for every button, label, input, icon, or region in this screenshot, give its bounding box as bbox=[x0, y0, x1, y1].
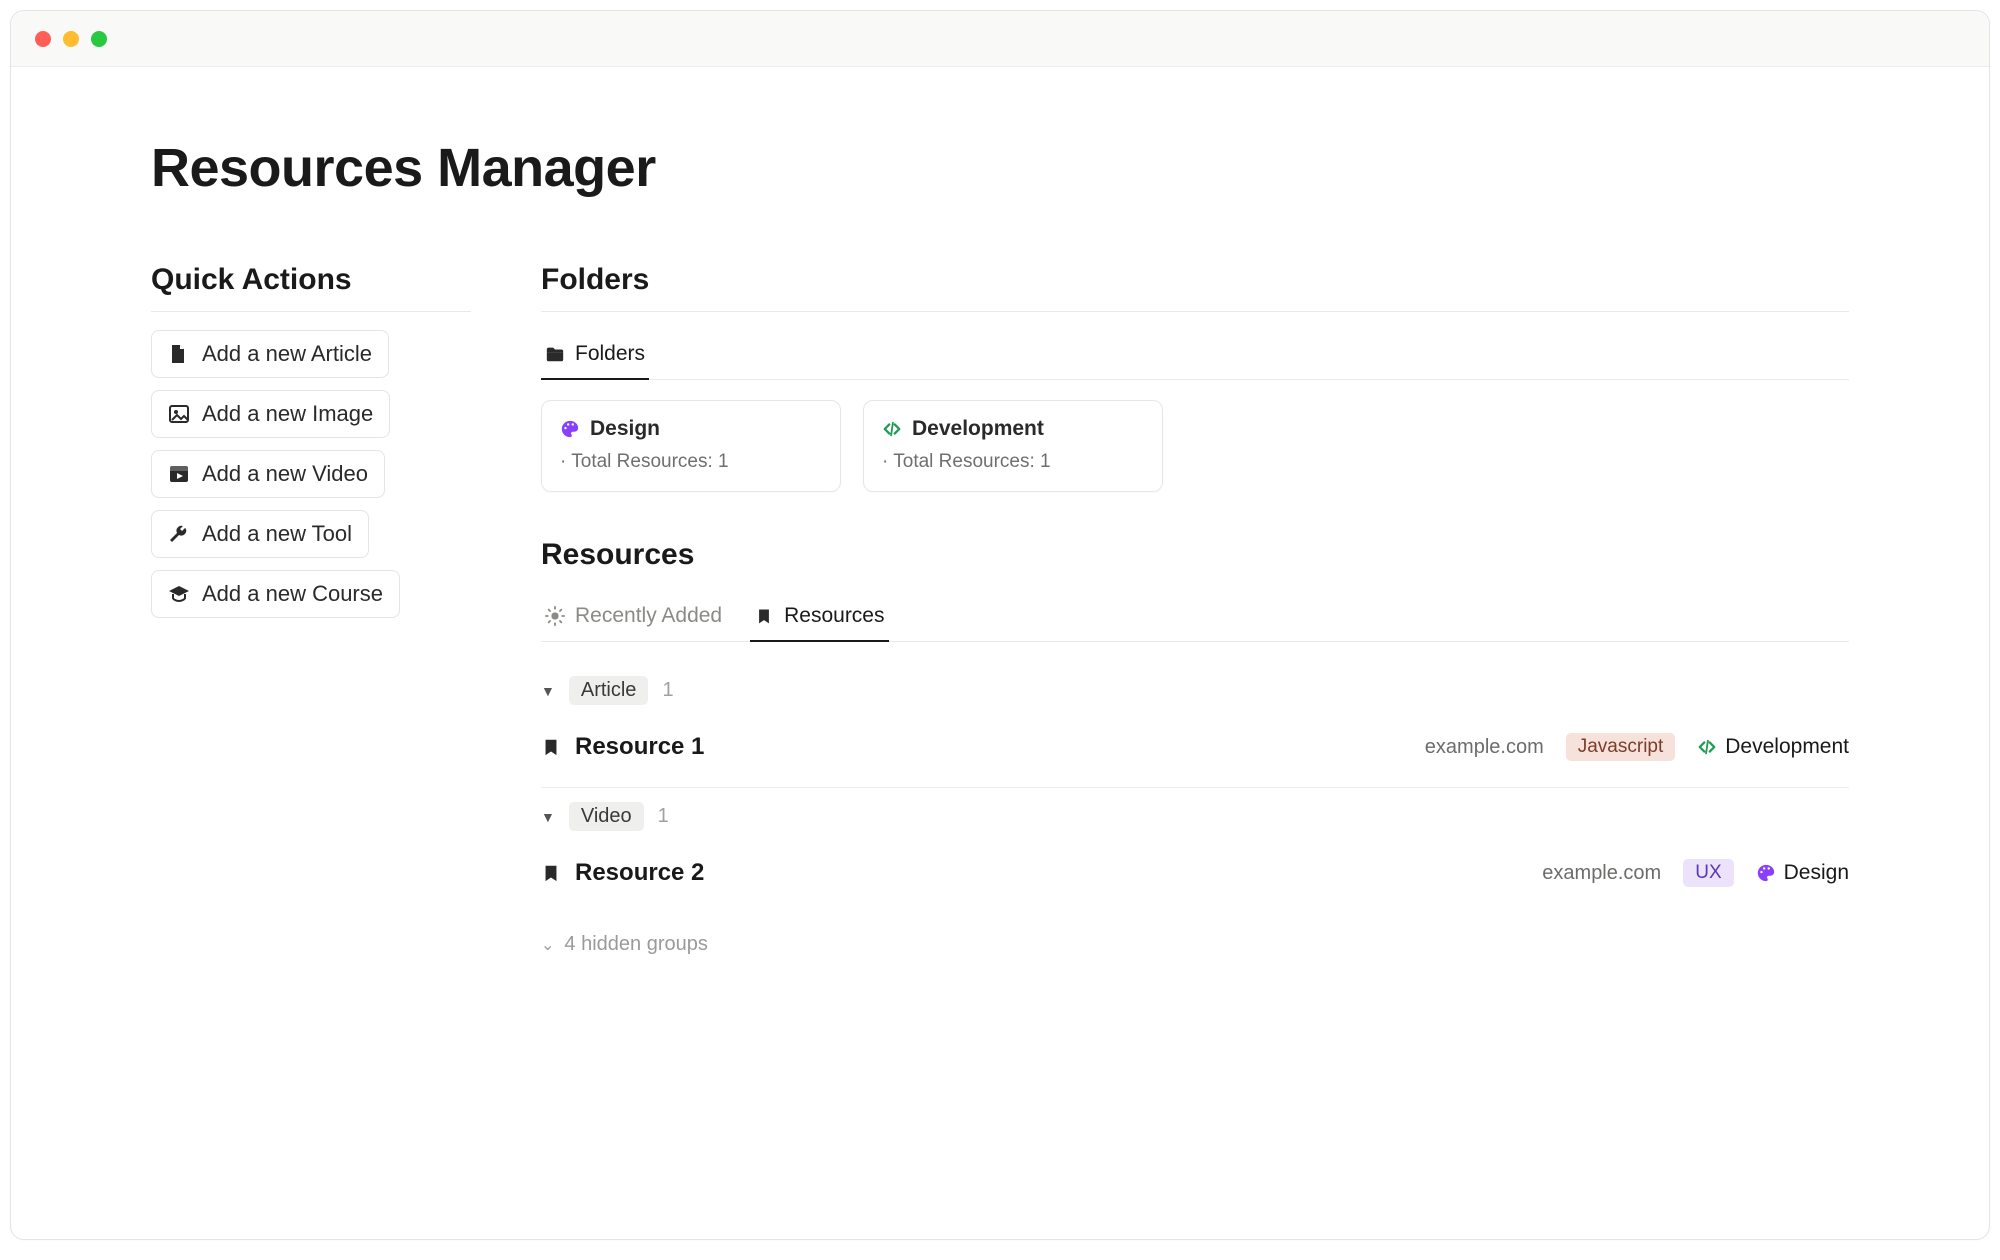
add-course-button[interactable]: Add a new Course bbox=[151, 570, 400, 618]
video-icon bbox=[168, 463, 190, 485]
image-icon bbox=[168, 403, 190, 425]
add-image-label: Add a new Image bbox=[202, 401, 373, 427]
window-close-button[interactable] bbox=[35, 31, 51, 47]
bookmark-icon bbox=[541, 863, 561, 883]
group-name: Video bbox=[569, 802, 644, 831]
resource-title: Resource 1 bbox=[575, 733, 704, 761]
folder-card-name: Design bbox=[590, 417, 660, 441]
group-header-video[interactable]: ▼ Video 1 bbox=[541, 788, 1849, 845]
tab-folders-label: Folders bbox=[575, 342, 645, 366]
window-zoom-button[interactable] bbox=[91, 31, 107, 47]
wrench-icon bbox=[168, 523, 190, 545]
resource-row[interactable]: Resource 1 example.com Javascript Develo… bbox=[541, 719, 1849, 788]
add-tool-button[interactable]: Add a new Tool bbox=[151, 510, 369, 558]
resource-folder-link[interactable]: Development bbox=[1697, 735, 1849, 759]
folder-card-development[interactable]: Development Total Resources: 1 bbox=[863, 400, 1163, 492]
group-count: 1 bbox=[662, 679, 673, 702]
folder-card-meta: Total Resources: 1 bbox=[882, 451, 1144, 473]
add-image-button[interactable]: Add a new Image bbox=[151, 390, 390, 438]
folder-card-meta: Total Resources: 1 bbox=[560, 451, 822, 473]
resource-folder-link[interactable]: Design bbox=[1756, 861, 1849, 885]
graduation-icon bbox=[168, 583, 190, 605]
hidden-groups-label: 4 hidden groups bbox=[564, 933, 707, 956]
tab-recently-added[interactable]: Recently Added bbox=[541, 592, 726, 642]
tab-resources-label: Resources bbox=[784, 604, 884, 628]
window-minimize-button[interactable] bbox=[63, 31, 79, 47]
app-window: Resources Manager Quick Actions Add a ne… bbox=[10, 10, 1990, 1240]
resource-tag-ux: UX bbox=[1683, 859, 1733, 887]
hidden-groups-toggle[interactable]: ⌄ 4 hidden groups bbox=[541, 913, 1849, 956]
group-name: Article bbox=[569, 676, 649, 705]
main-panel: Folders Folders Design Total Resources: … bbox=[541, 263, 1849, 956]
add-course-label: Add a new Course bbox=[202, 581, 383, 607]
folders-tabs: Folders bbox=[541, 330, 1849, 380]
quick-actions-panel: Quick Actions Add a new Article Add a ne… bbox=[151, 263, 471, 618]
resources-tabs: Recently Added Resources bbox=[541, 592, 1849, 642]
folder-icon bbox=[545, 344, 565, 364]
palette-icon bbox=[1756, 863, 1776, 883]
page-content: Resources Manager Quick Actions Add a ne… bbox=[11, 67, 1989, 996]
folders-heading: Folders bbox=[541, 263, 1849, 312]
group-count: 1 bbox=[658, 805, 669, 828]
resource-folder-name: Design bbox=[1784, 861, 1849, 885]
sun-icon bbox=[545, 606, 565, 626]
folder-card-name: Development bbox=[912, 417, 1044, 441]
resource-row[interactable]: Resource 2 example.com UX Design bbox=[541, 845, 1849, 913]
file-icon bbox=[168, 343, 190, 365]
tab-recently-added-label: Recently Added bbox=[575, 604, 722, 628]
group-header-article[interactable]: ▼ Article 1 bbox=[541, 662, 1849, 719]
add-video-label: Add a new Video bbox=[202, 461, 368, 487]
resource-domain: example.com bbox=[1542, 862, 1661, 885]
bookmark-icon bbox=[754, 606, 774, 626]
tab-resources[interactable]: Resources bbox=[750, 592, 888, 642]
code-icon bbox=[882, 419, 902, 439]
chevron-down-icon: ⌄ bbox=[541, 935, 554, 955]
bookmark-icon bbox=[541, 737, 561, 757]
resource-tag-javascript: Javascript bbox=[1566, 733, 1676, 761]
page-title: Resources Manager bbox=[151, 137, 1849, 199]
add-article-button[interactable]: Add a new Article bbox=[151, 330, 389, 378]
folder-card-design[interactable]: Design Total Resources: 1 bbox=[541, 400, 841, 492]
triangle-down-icon: ▼ bbox=[541, 683, 555, 699]
code-icon bbox=[1697, 737, 1717, 757]
resource-domain: example.com bbox=[1425, 736, 1544, 759]
resource-title: Resource 2 bbox=[575, 859, 704, 887]
palette-icon bbox=[560, 419, 580, 439]
resource-folder-name: Development bbox=[1725, 735, 1849, 759]
tab-folders[interactable]: Folders bbox=[541, 330, 649, 380]
add-video-button[interactable]: Add a new Video bbox=[151, 450, 385, 498]
add-article-label: Add a new Article bbox=[202, 341, 372, 367]
triangle-down-icon: ▼ bbox=[541, 809, 555, 825]
resources-heading: Resources bbox=[541, 538, 1849, 586]
quick-actions-heading: Quick Actions bbox=[151, 263, 471, 312]
add-tool-label: Add a new Tool bbox=[202, 521, 352, 547]
window-titlebar bbox=[11, 11, 1989, 67]
